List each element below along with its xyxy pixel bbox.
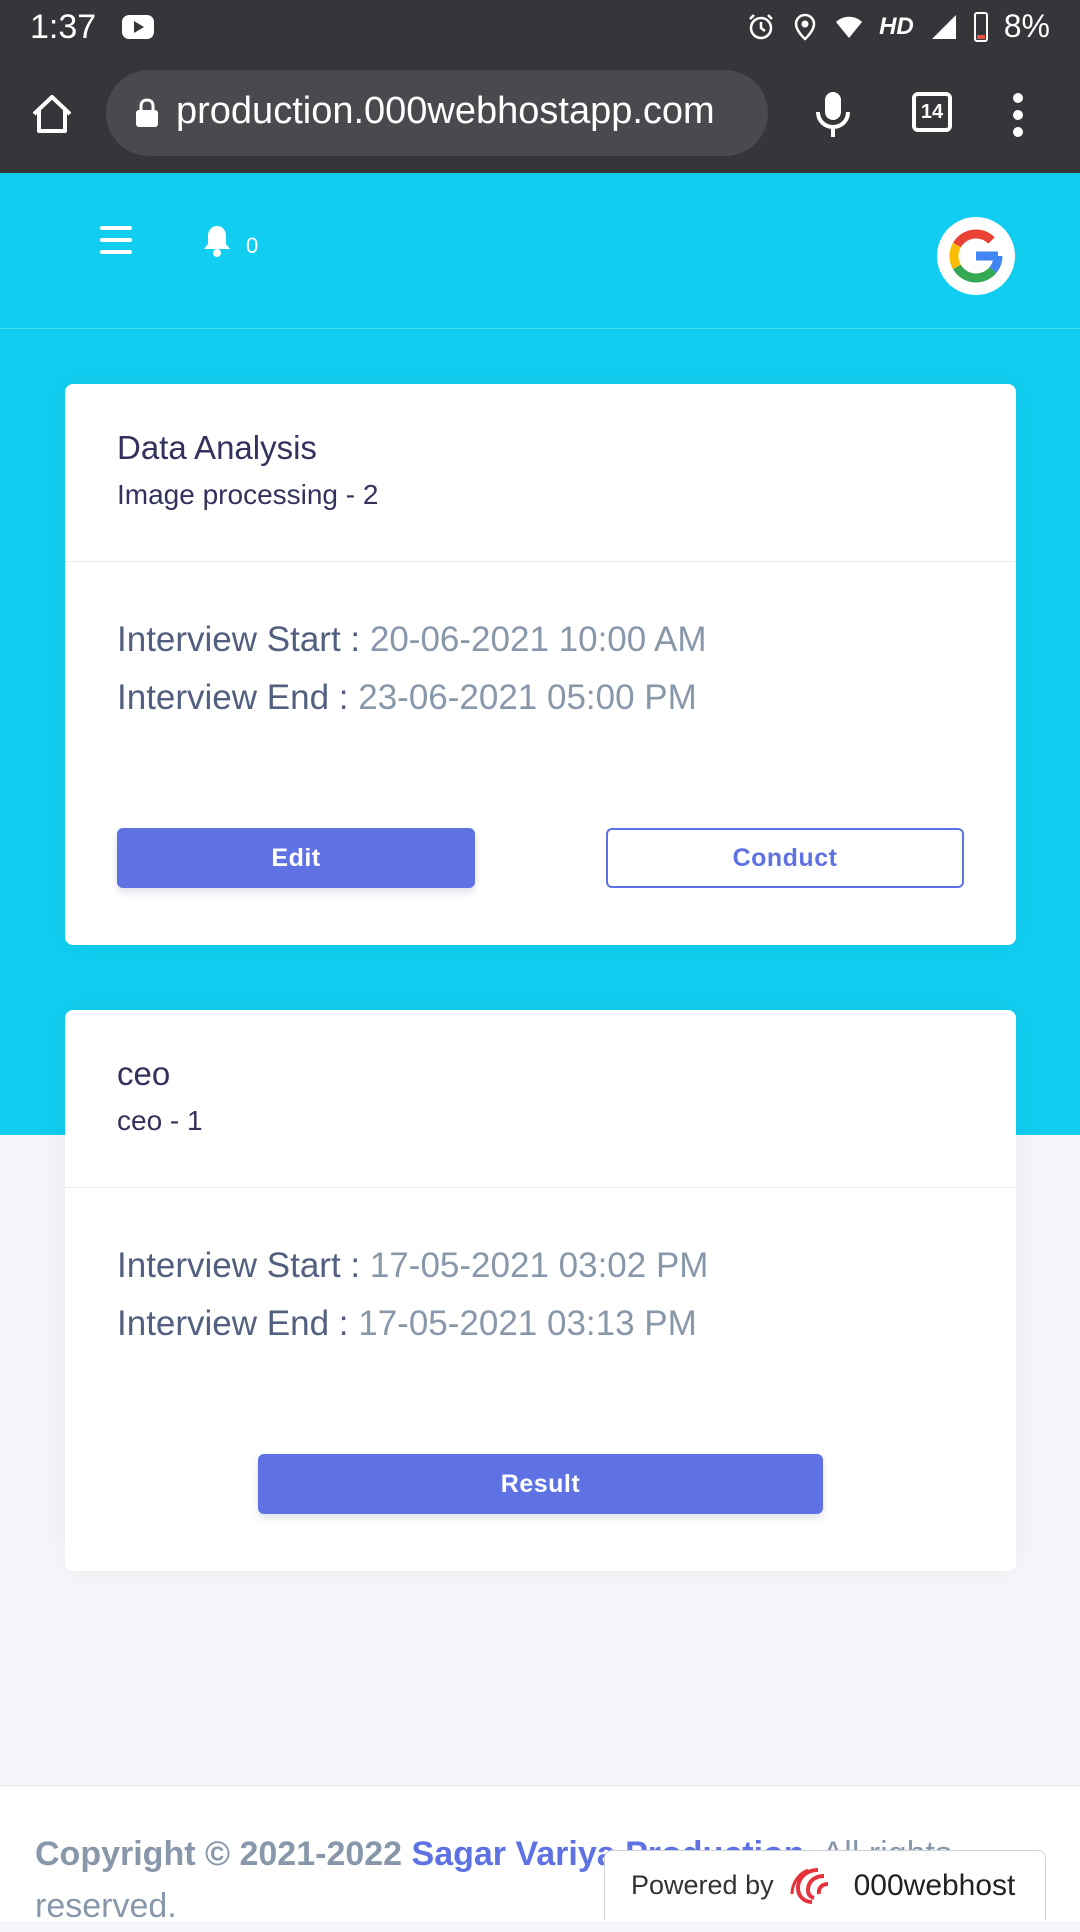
status-icons: HD 8% xyxy=(747,8,1050,45)
card-subtitle: Image processing - 2 xyxy=(117,479,379,510)
interview-end-label: Interview End : xyxy=(117,678,349,717)
tab-switcher-button[interactable]: 14 xyxy=(912,92,952,132)
card-body: Interview Start : 20-06-2021 10:00 AM In… xyxy=(65,562,1016,945)
interview-end-value: 17-05-2021 03:13 PM xyxy=(358,1304,697,1343)
interview-start-value: 20-06-2021 10:00 AM xyxy=(369,620,707,659)
microphone-icon[interactable] xyxy=(812,90,854,140)
card-header: Data Analysis Image processing - 2 xyxy=(65,384,1016,562)
powered-by-badge[interactable]: Powered by 000webhost xyxy=(604,1850,1046,1920)
bell-icon[interactable] xyxy=(202,223,232,257)
browser-toolbar: production.000webhostapp.com 14 xyxy=(0,54,1080,173)
google-logo-icon xyxy=(949,229,1003,283)
interview-end-row: Interview End : 17-05-2021 03:13 PM xyxy=(117,1304,697,1344)
location-icon xyxy=(794,13,816,41)
youtube-icon xyxy=(122,15,154,39)
more-vert-icon[interactable] xyxy=(1012,92,1024,138)
interview-start-row: Interview Start : 20-06-2021 10:00 AM xyxy=(117,620,707,660)
interview-end-row: Interview End : 23-06-2021 05:00 PM xyxy=(117,678,697,718)
copyright-text: Copyright © 2021-2022 xyxy=(35,1835,403,1873)
card-title: ceo xyxy=(117,1055,171,1092)
menu-icon[interactable] xyxy=(100,226,132,254)
interview-start-label: Interview Start : xyxy=(117,620,361,659)
signal-icon xyxy=(931,14,956,39)
wifi-icon xyxy=(836,16,863,38)
url-text[interactable]: production.000webhostapp.com xyxy=(176,90,766,136)
powered-by-name: 000webhost xyxy=(853,1868,1016,1902)
interview-card: Data Analysis Image processing - 2 Inter… xyxy=(65,384,1016,945)
top-navbar: 0 xyxy=(0,173,1080,329)
card-subtitle: ceo - 1 xyxy=(117,1105,203,1136)
status-bar: 1:37 HD 8% xyxy=(0,0,1080,54)
status-time: 1:37 xyxy=(30,8,97,46)
battery-icon xyxy=(973,11,988,42)
interview-start-label: Interview Start : xyxy=(117,1246,361,1285)
card-body: Interview Start : 17-05-2021 03:02 PM In… xyxy=(65,1188,1016,1571)
notification-count: 0 xyxy=(246,233,259,258)
network-type: HD xyxy=(879,12,914,40)
conduct-button[interactable]: Conduct xyxy=(606,828,964,888)
interview-start-row: Interview Start : 17-05-2021 03:02 PM xyxy=(117,1246,708,1286)
interview-end-label: Interview End : xyxy=(117,1304,349,1343)
edit-button[interactable]: Edit xyxy=(117,828,475,888)
alarm-icon xyxy=(749,13,773,39)
home-icon[interactable] xyxy=(30,92,74,136)
interview-start-value: 17-05-2021 03:02 PM xyxy=(369,1246,709,1285)
000webhost-logo-icon xyxy=(790,1867,828,1904)
battery-percent: 8% xyxy=(1003,8,1050,44)
avatar[interactable] xyxy=(937,217,1015,295)
lock-icon xyxy=(136,98,158,127)
address-bar[interactable]: production.000webhostapp.com xyxy=(106,70,768,156)
card-header: ceo ceo - 1 xyxy=(65,1010,1016,1188)
interview-end-value: 23-06-2021 05:00 PM xyxy=(358,678,697,717)
card-title: Data Analysis xyxy=(117,429,317,466)
powered-by-label: Powered by xyxy=(631,1870,774,1900)
interview-card: ceo ceo - 1 Interview Start : 17-05-2021… xyxy=(65,1010,1016,1571)
result-button[interactable]: Result xyxy=(258,1454,823,1514)
